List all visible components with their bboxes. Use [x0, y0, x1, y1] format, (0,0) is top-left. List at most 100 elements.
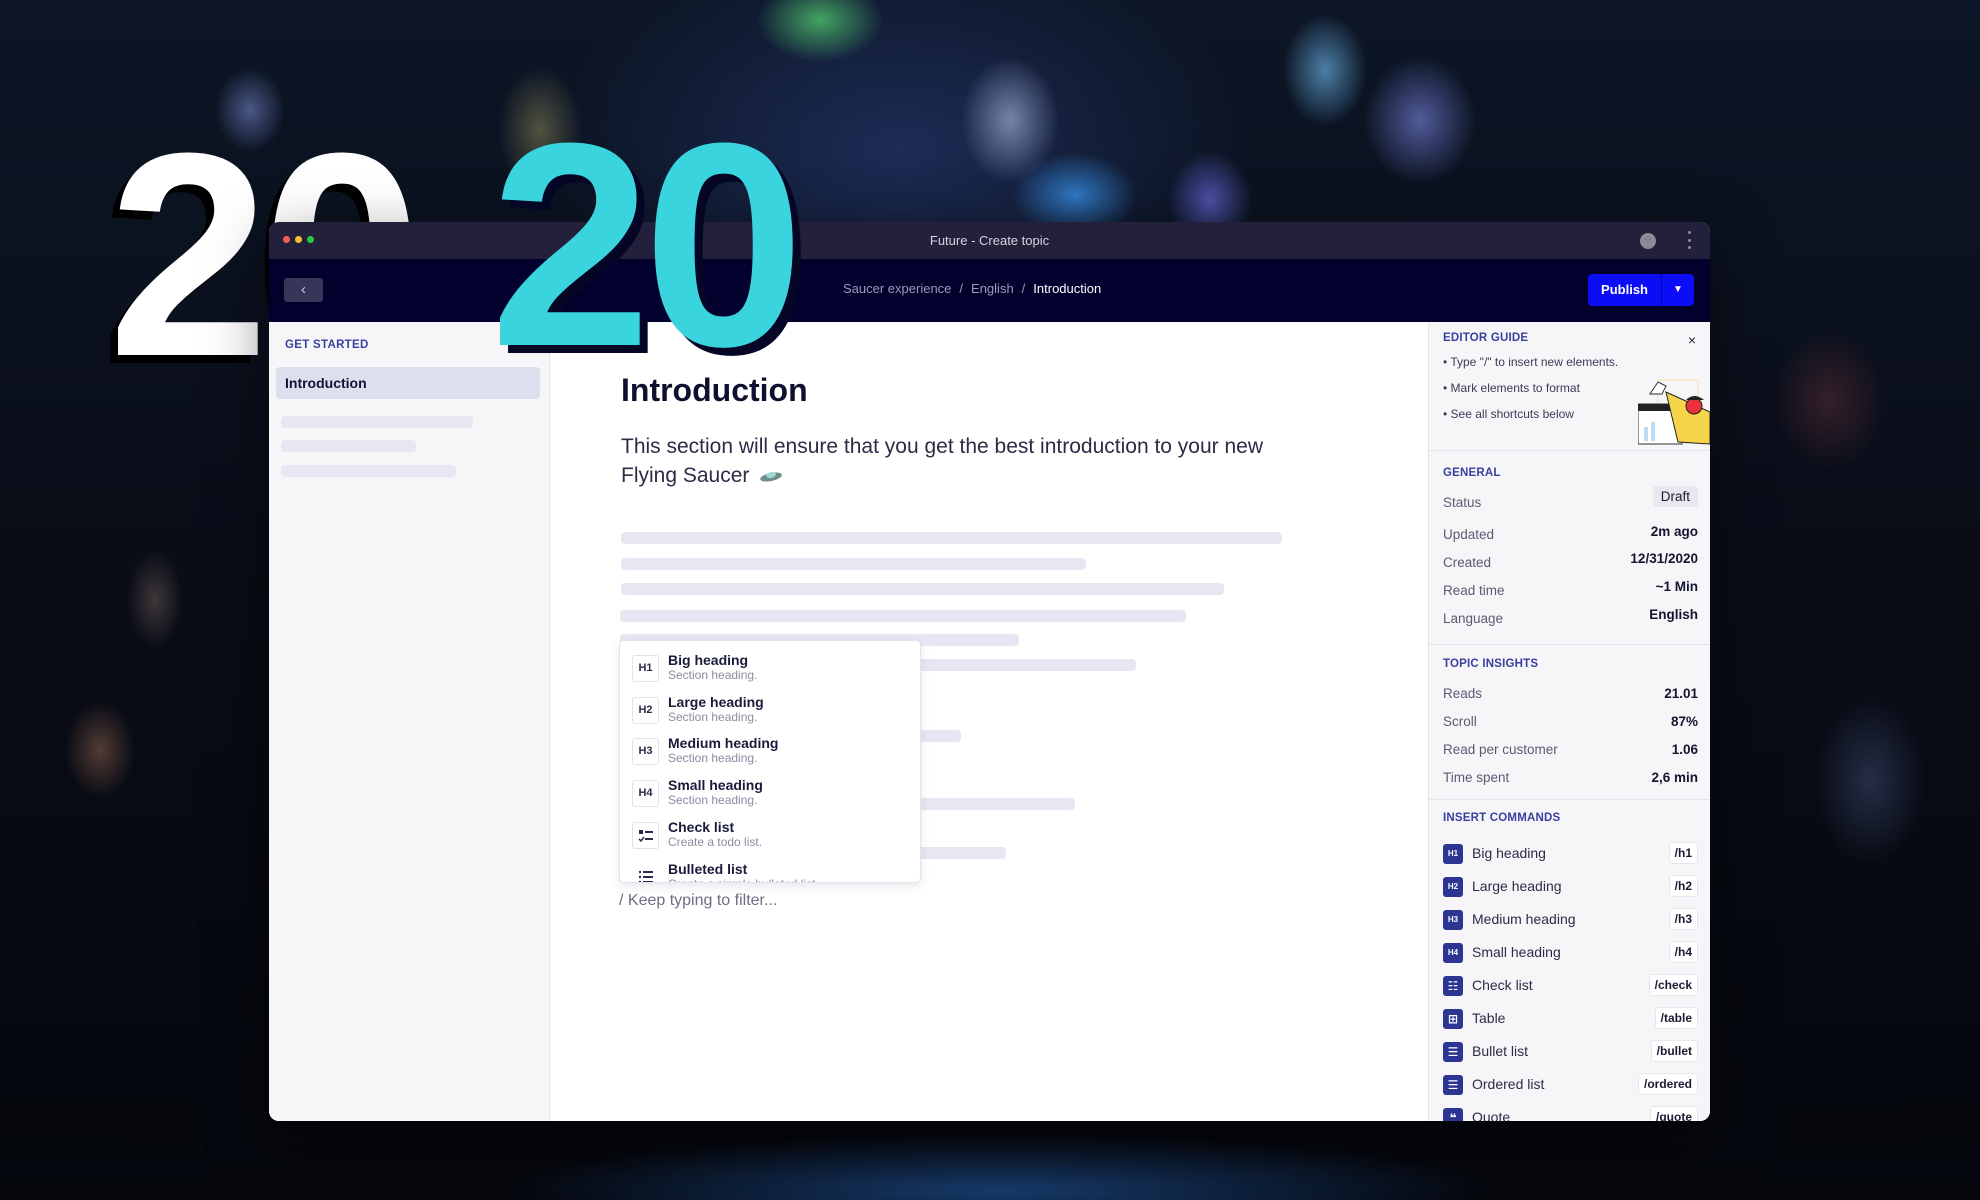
menu-item-desc: Section heading.: [668, 668, 758, 682]
skeleton-line: [281, 465, 456, 477]
menu-item-medium-heading[interactable]: H3 Medium heading Section heading.: [632, 734, 912, 774]
sidebar-section-title: GET STARTED: [285, 339, 369, 351]
extension-icon[interactable]: ⁘: [1640, 233, 1656, 249]
skeleton-line: [621, 558, 1086, 570]
divider: [1429, 644, 1710, 645]
menu-item-check-list[interactable]: Check list Create a todo list.: [632, 818, 912, 858]
command-shortcut: /h1: [1668, 842, 1698, 864]
command-label: Medium heading: [1472, 911, 1576, 927]
guide-tip: • See all shortcuts below: [1443, 407, 1574, 421]
status-label: Status: [1443, 495, 1482, 510]
menu-item-large-heading[interactable]: H2 Large heading Section heading.: [632, 693, 912, 733]
publish-options-dropdown[interactable]: ▼: [1662, 274, 1694, 306]
menu-item-bulleted-list[interactable]: Bulleted list Create a simple bulleted l…: [632, 860, 912, 882]
status-badge: Draft: [1652, 486, 1698, 507]
menu-item-label: Bulleted list: [668, 861, 748, 877]
command-small-heading[interactable]: H4 Small heading /h4: [1443, 941, 1698, 965]
slash-filter-input[interactable]: / Keep typing to filter...: [619, 892, 777, 910]
window-title: Future - Create topic: [929, 233, 1050, 248]
menu-item-desc: Section heading.: [668, 793, 758, 807]
menu-item-desc: Create a todo list.: [668, 835, 763, 849]
breadcrumb: Saucer experience / English / Introducti…: [843, 281, 1101, 296]
command-label: Ordered list: [1472, 1076, 1545, 1092]
general-section-title: GENERAL: [1443, 467, 1501, 479]
menu-item-big-heading[interactable]: H1 Big heading Section heading.: [632, 651, 912, 691]
command-label: Big heading: [1472, 845, 1546, 861]
general-value: ~1 Min: [1655, 579, 1698, 594]
command-shortcut: /h2: [1668, 875, 1698, 897]
ordered-list-icon: ☰: [1443, 1075, 1463, 1095]
command-shortcut: /table: [1654, 1007, 1698, 1029]
menu-item-label: Medium heading: [668, 735, 779, 751]
insight-value: 2,6 min: [1651, 770, 1698, 785]
divider: [1429, 799, 1710, 800]
h4-icon: H4: [1443, 943, 1463, 963]
command-ordered-list[interactable]: ☰ Ordered list /ordered: [1443, 1073, 1698, 1097]
bullet-list-icon: [632, 864, 659, 882]
editor-guide-title: EDITOR GUIDE: [1443, 332, 1529, 344]
flying-saucer-icon: [760, 472, 783, 482]
general-value: 12/31/2020: [1630, 551, 1698, 566]
breadcrumb-item[interactable]: English: [971, 281, 1014, 296]
close-icon[interactable]: ×: [1688, 332, 1696, 348]
insight-value: 1.06: [1671, 742, 1698, 757]
command-big-heading[interactable]: H1 Big heading /h1: [1443, 842, 1698, 866]
insight-value: 21.01: [1664, 686, 1698, 701]
command-quote[interactable]: ❝ Quote /quote: [1443, 1106, 1698, 1121]
insight-value: 87%: [1670, 714, 1698, 729]
command-large-heading[interactable]: H2 Large heading /h2: [1443, 875, 1698, 899]
publish-button[interactable]: Publish: [1588, 274, 1662, 306]
kebab-menu-icon[interactable]: [1686, 231, 1692, 249]
slash-command-menu: H1 Big heading Section heading. H2 Large…: [619, 640, 921, 883]
checklist-icon: [632, 822, 659, 849]
command-label: Small heading: [1472, 944, 1561, 960]
h4-icon: H4: [632, 780, 659, 807]
command-check-list[interactable]: ☷ Check list /check: [1443, 974, 1698, 998]
insight-key: Read per customer: [1443, 742, 1558, 757]
skeleton-line: [621, 532, 1282, 544]
skeleton-line: [621, 583, 1224, 595]
command-shortcut: /bullet: [1650, 1040, 1698, 1062]
topic-insights-title: TOPIC INSIGHTS: [1443, 658, 1539, 670]
general-key: Updated: [1443, 527, 1495, 542]
h2-icon: H2: [1443, 877, 1463, 897]
menu-item-desc: Create a simple bulleted list.: [668, 877, 819, 882]
breadcrumb-item[interactable]: Saucer experience: [843, 281, 951, 296]
quote-icon: ❝: [1443, 1108, 1463, 1121]
publish-split-button: Publish ▼: [1588, 274, 1694, 306]
chevron-left-icon: ‹: [301, 281, 306, 298]
command-shortcut: /ordered: [1637, 1073, 1698, 1095]
general-key: Language: [1443, 611, 1504, 626]
command-label: Large heading: [1472, 878, 1562, 894]
command-medium-heading[interactable]: H3 Medium heading /h3: [1443, 908, 1698, 932]
document-lead[interactable]: This section will ensure that you get th…: [621, 432, 1291, 490]
command-shortcut: /quote: [1650, 1106, 1698, 1121]
breadcrumb-separator: /: [1021, 281, 1026, 296]
command-shortcut: /h3: [1668, 908, 1698, 930]
app-window: Future - Create topic ⁘ ‹ Saucer experie…: [269, 222, 1710, 1121]
top-nav: ‹ Saucer experience / English / Introduc…: [269, 259, 1710, 322]
command-shortcut: /h4: [1668, 941, 1698, 963]
general-value: English: [1649, 607, 1698, 622]
year-text-right: 20: [490, 83, 805, 407]
command-bullet-list[interactable]: ☰ Bullet list /bullet: [1443, 1040, 1698, 1064]
h1-icon: H1: [632, 655, 659, 682]
editor-content[interactable]: Introduction This section will ensure th…: [551, 322, 1428, 1121]
menu-item-small-heading[interactable]: H4 Small heading Section heading.: [632, 776, 912, 816]
command-table[interactable]: ⊞ Table /table: [1443, 1007, 1698, 1031]
checklist-icon: ☷: [1443, 976, 1463, 996]
insert-commands-title: INSERT COMMANDS: [1443, 812, 1561, 824]
insight-key: Scroll: [1443, 714, 1477, 729]
command-shortcut: /check: [1648, 974, 1698, 996]
h3-icon: H3: [1443, 910, 1463, 930]
back-button[interactable]: ‹: [284, 278, 323, 302]
command-label: Quote: [1472, 1109, 1511, 1121]
h1-icon: H1: [1443, 844, 1463, 864]
skeleton-line: [620, 610, 1186, 622]
breadcrumb-current: Introduction: [1033, 281, 1102, 296]
guide-tip: • Type "/" to insert new elements.: [1443, 355, 1619, 369]
menu-item-desc: Section heading.: [668, 751, 758, 765]
command-label: Table: [1472, 1010, 1506, 1026]
insight-key: Time spent: [1443, 770, 1510, 785]
h2-icon: H2: [632, 697, 659, 724]
